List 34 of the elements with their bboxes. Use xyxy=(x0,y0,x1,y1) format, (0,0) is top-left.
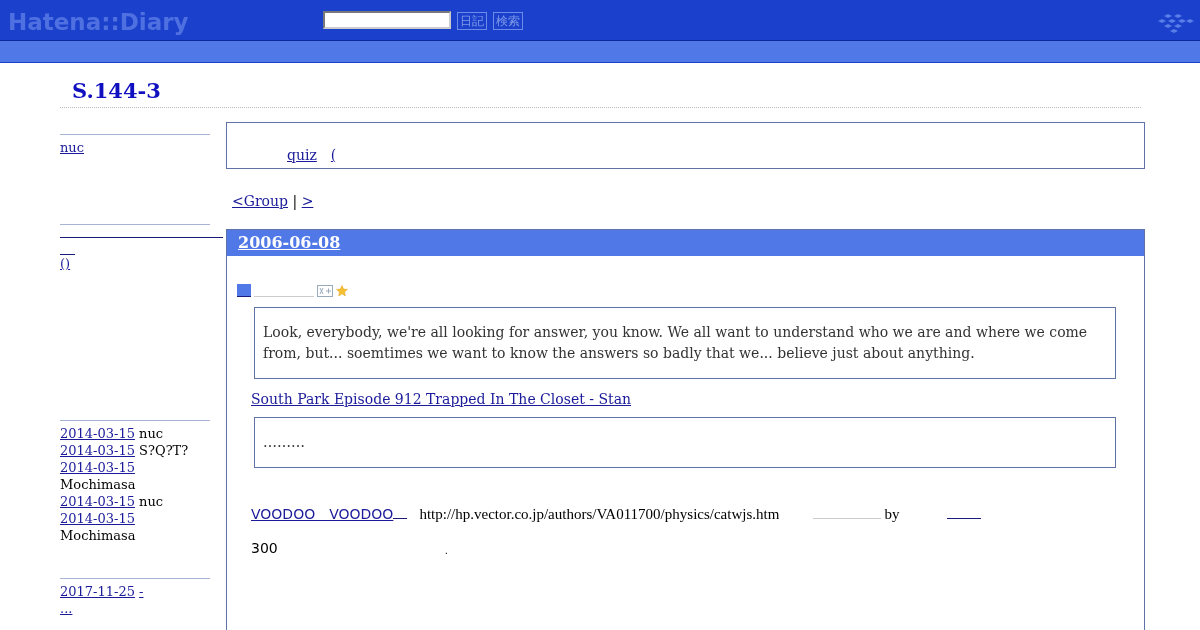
search-field[interactable] xyxy=(323,11,451,29)
comment-author: nuc xyxy=(139,494,164,509)
entry-title-link[interactable]: - xyxy=(139,584,144,599)
quote-text: ……… xyxy=(263,434,305,450)
next-link[interactable]: > xyxy=(301,193,314,209)
comment-date-link[interactable]: 2014-03-15 xyxy=(60,460,135,475)
sidebar-link[interactable]: () xyxy=(60,255,210,272)
add-star-icon[interactable] xyxy=(317,284,333,297)
comment-date-link[interactable]: 2014-03-15 xyxy=(60,494,135,509)
comment-date-link[interactable]: 2014-03-15 xyxy=(60,511,135,526)
period-text: . xyxy=(444,545,448,556)
url-text: http://hp.vector.co.jp/authors/VA011700/physics/catwjs.htm xyxy=(419,506,780,523)
source-link[interactable]: South Park Episode 912 Trapped In The Closet - Stan xyxy=(251,391,632,407)
separator-text: | xyxy=(292,193,298,209)
comment-date-link[interactable]: 2014-03-15 xyxy=(60,426,135,441)
comment-date-link[interactable]: 2014-03-15 xyxy=(60,443,135,458)
section-marker-icon[interactable] xyxy=(237,284,251,297)
quote-block: Look, everybody, we're all looking for answer, you know. We all want to understand who we are and where we come from, but... soemtimes we want to know the answers so badly that we... believe just about anything. xyxy=(254,307,1116,379)
comment-author: Mochimasa xyxy=(60,477,136,492)
comment-author: Mochimasa xyxy=(60,528,136,543)
star-icon xyxy=(336,284,348,297)
more-link[interactable]: ... xyxy=(60,601,73,616)
previous-link[interactable]: <Group xyxy=(232,193,288,209)
intro-link[interactable]: quiz xyxy=(287,147,317,163)
profile-link[interactable]: nuc xyxy=(60,140,85,155)
intro-link[interactable]: ( xyxy=(330,147,337,163)
entry-date-link[interactable]: 2017-11-25 xyxy=(60,584,135,599)
comment-author: S?Q?T? xyxy=(139,443,189,458)
by-text: by xyxy=(884,506,900,523)
date-link[interactable]: 2006-06-08 xyxy=(238,233,341,252)
article-link[interactable]: VOODOO VOODOO xyxy=(251,506,394,524)
count-text: 300 xyxy=(251,540,278,556)
comment-author: nuc xyxy=(139,426,164,441)
diary-title: S.144-3 xyxy=(60,63,1141,108)
